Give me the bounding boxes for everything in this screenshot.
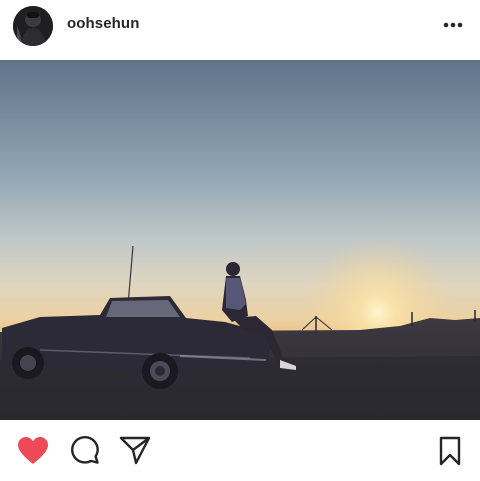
paper-plane-icon[interactable] [118, 433, 152, 467]
comment-bubble-icon[interactable] [68, 433, 102, 467]
post-photo[interactable] [0, 60, 480, 420]
avatar-image [13, 6, 53, 46]
username[interactable]: oohsehun [67, 15, 139, 32]
post-header: oohsehun [0, 0, 480, 58]
action-bar [0, 420, 480, 481]
more-options-icon[interactable] [440, 14, 466, 36]
sunset-car-image [0, 60, 480, 420]
instagram-post: oohsehun [0, 0, 480, 481]
heart-filled-icon[interactable] [15, 433, 51, 467]
profile-avatar[interactable] [13, 6, 53, 46]
bookmark-icon[interactable] [435, 434, 465, 468]
